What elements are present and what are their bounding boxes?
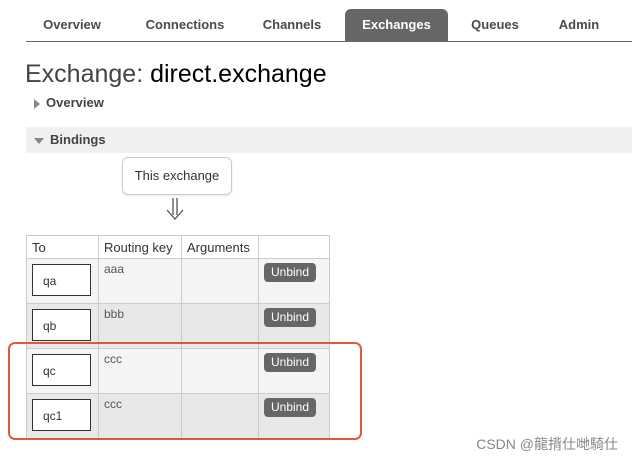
- header-routing-key: Routing key: [98, 235, 182, 259]
- tab-overview[interactable]: Overview: [26, 9, 118, 41]
- page-title: Exchange: direct.exchange: [25, 60, 327, 89]
- queue-link[interactable]: qb: [32, 309, 91, 341]
- tab-queues[interactable]: Queues: [460, 9, 530, 41]
- cell-to: qa: [26, 258, 99, 304]
- cell-arguments: [181, 258, 259, 304]
- routing-key-value: aaa: [104, 262, 125, 276]
- highlight-annotation: [8, 342, 362, 440]
- routing-key-value: bbb: [104, 307, 125, 321]
- tab-channels[interactable]: Channels: [252, 9, 332, 41]
- bindings-section-toggle[interactable]: Bindings: [26, 127, 632, 153]
- expand-triangle-icon: [34, 98, 40, 109]
- table-header-row: To Routing key Arguments: [26, 235, 330, 259]
- cell-routing-key: aaa: [98, 258, 182, 304]
- header-actions: [258, 235, 330, 259]
- overview-section-toggle[interactable]: Overview: [26, 90, 104, 116]
- collapse-triangle-icon: [34, 137, 44, 144]
- header-to: To: [26, 235, 99, 259]
- watermark: CSDN @龍揹仕哋騎仕: [476, 436, 618, 452]
- unbind-button[interactable]: Unbind: [264, 263, 317, 282]
- bindings-section-label: Bindings: [50, 132, 106, 147]
- exchange-name: direct.exchange: [150, 60, 327, 88]
- overview-section-label: Overview: [46, 95, 104, 110]
- table-row: qa aaa Unbind: [26, 258, 330, 304]
- top-nav: Overview Connections Channels Exchanges …: [26, 9, 632, 42]
- tab-exchanges[interactable]: Exchanges: [345, 9, 448, 41]
- this-exchange-box: This exchange: [122, 157, 232, 195]
- unbind-button[interactable]: Unbind: [264, 308, 317, 327]
- double-arrow-down-icon: [166, 198, 184, 220]
- header-arguments: Arguments: [181, 235, 259, 259]
- title-prefix: Exchange:: [25, 60, 151, 88]
- tab-admin[interactable]: Admin: [546, 9, 612, 41]
- tab-connections[interactable]: Connections: [130, 9, 240, 41]
- queue-link[interactable]: qa: [32, 264, 91, 296]
- cell-actions: Unbind: [258, 258, 330, 304]
